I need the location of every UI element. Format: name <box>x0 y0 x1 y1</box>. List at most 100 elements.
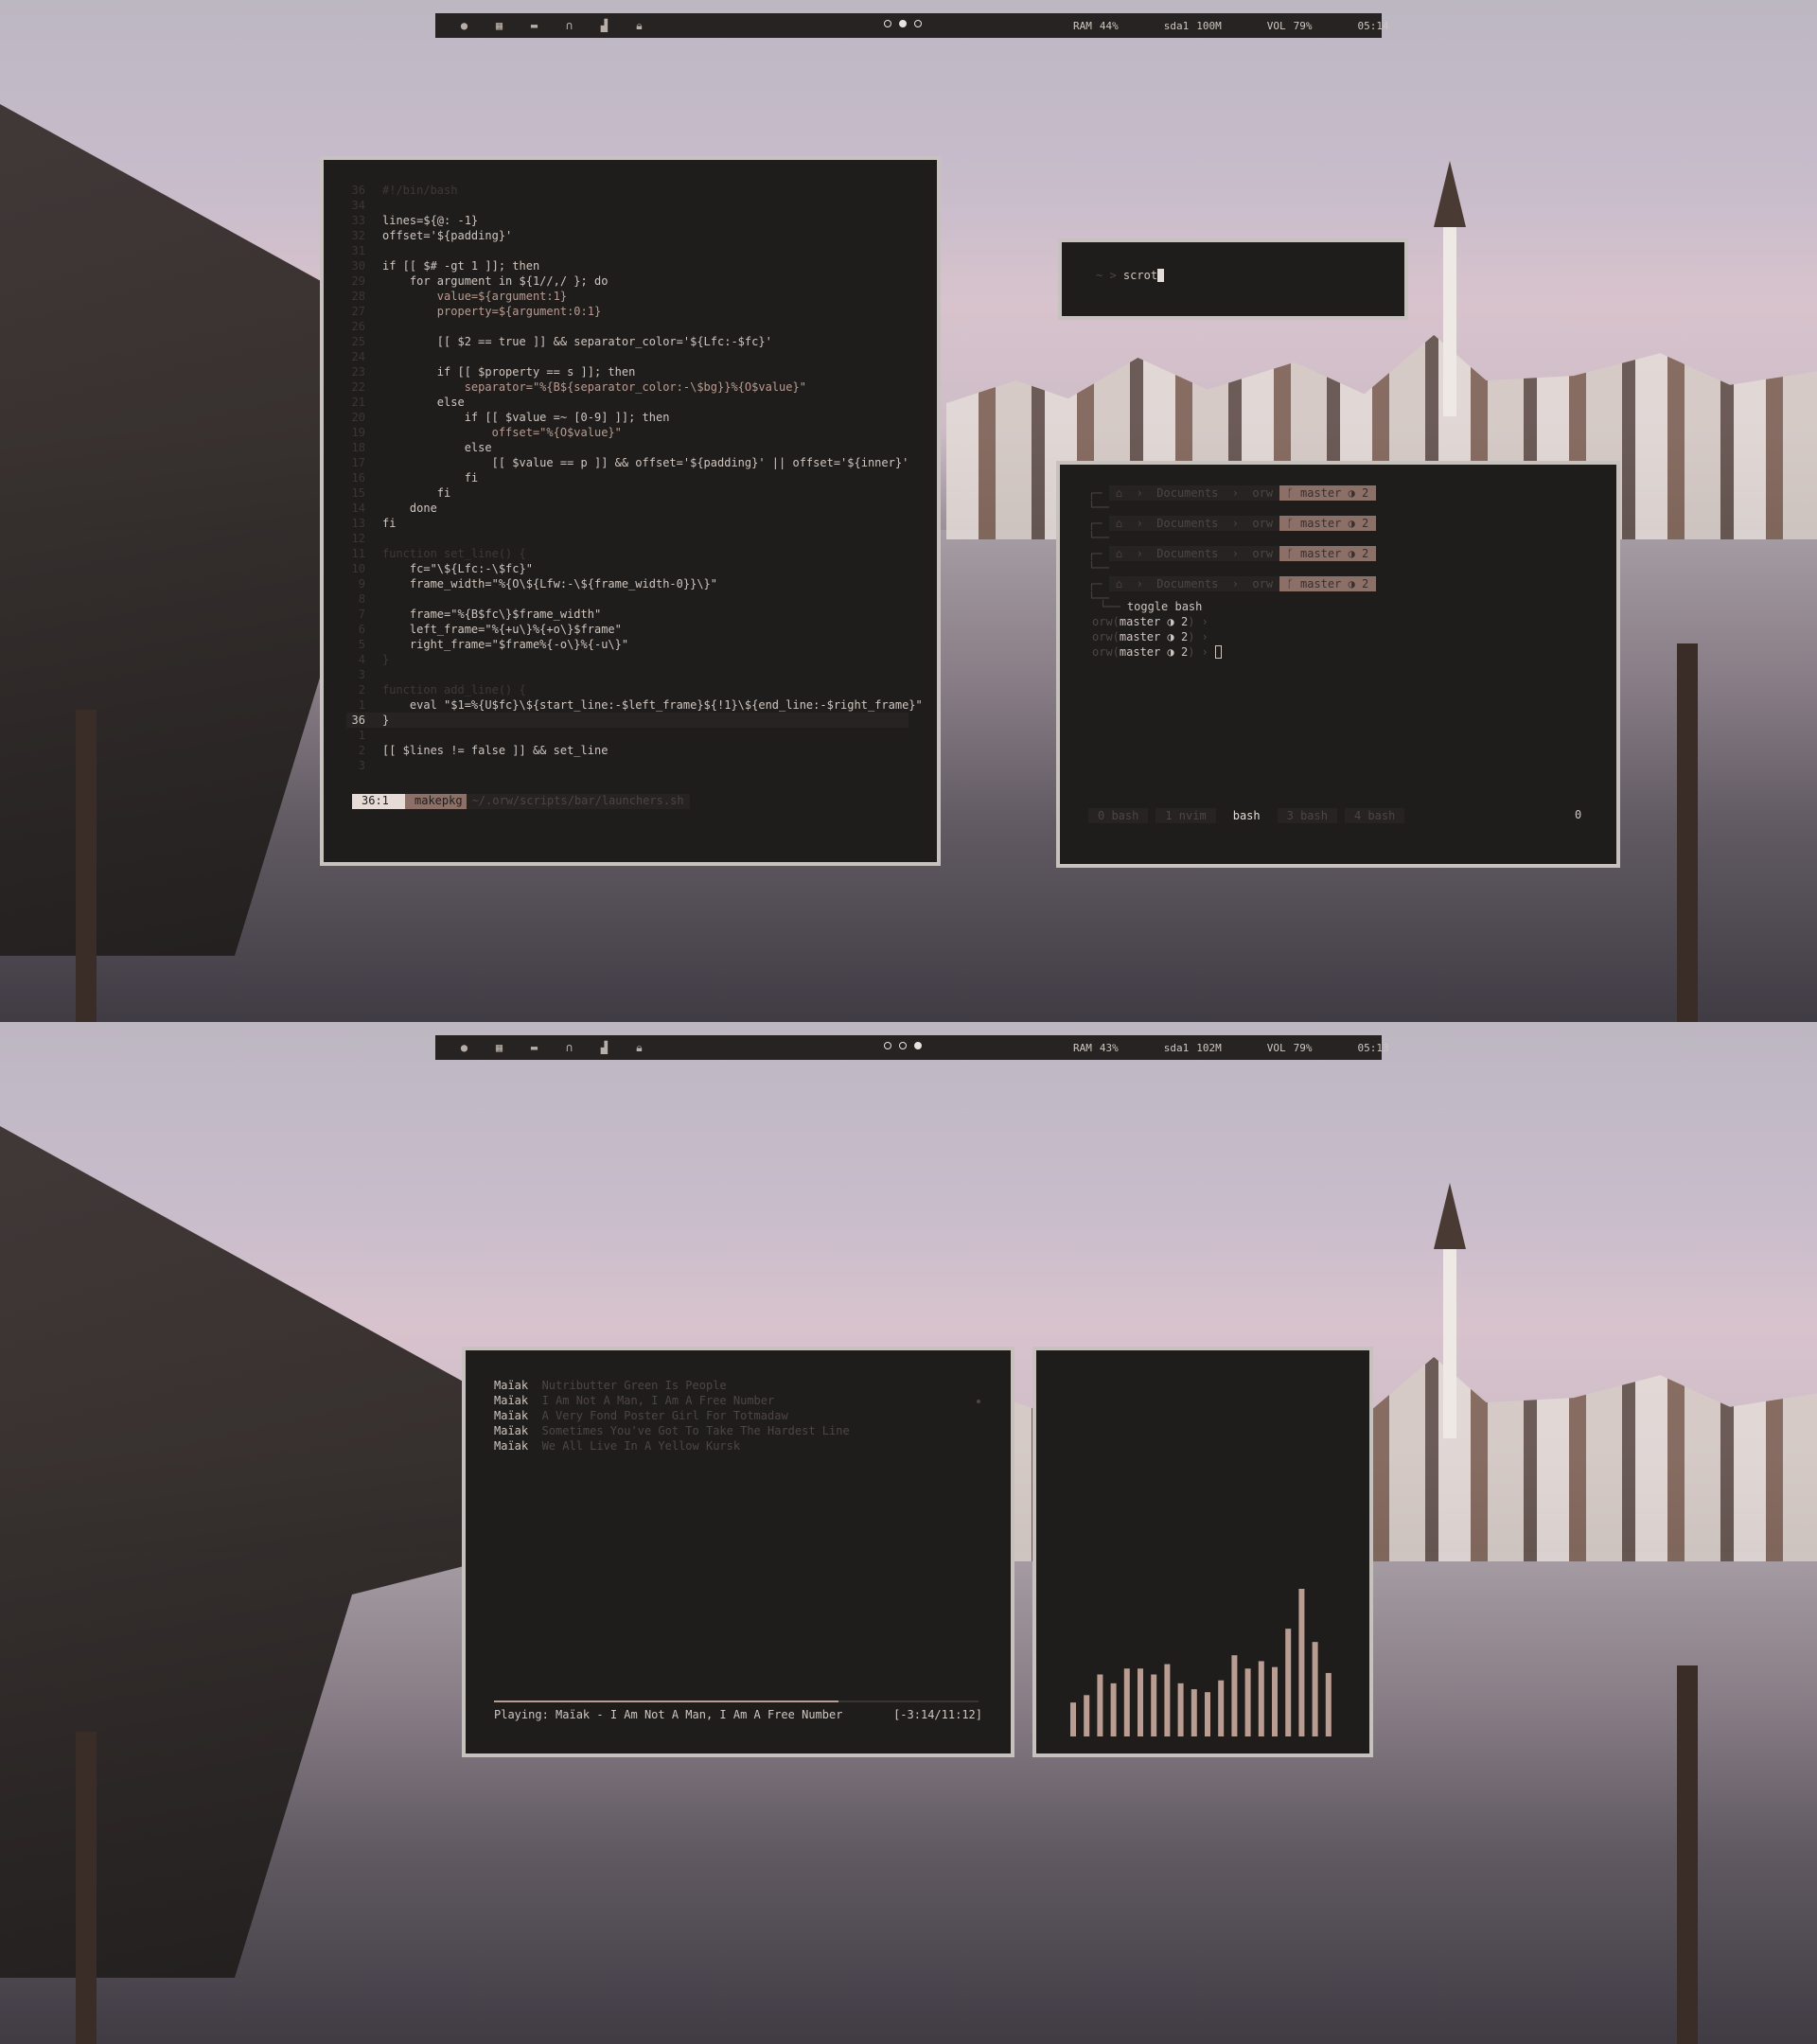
line-number: 32 <box>351 229 365 242</box>
line-number: 2 <box>358 744 365 757</box>
tab-3[interactable]: 3 bash <box>1277 808 1337 823</box>
prompt-row: ┌─ ⌂ › Documents › orw ᚴ master ◑ 2 <box>1088 576 1376 591</box>
prompt-dir: Documents <box>1156 577 1219 590</box>
code-line[interactable]: 6 left_frame="%{+u\}%{+o\}$frame" <box>346 622 923 637</box>
line-number: 23 <box>351 365 365 379</box>
volume-value[interactable]: 79% <box>1294 1042 1313 1054</box>
launcher-prompt[interactable]: ~ > scrot <box>1096 269 1165 282</box>
track-row[interactable]: Maïak Nutributter Green Is People <box>494 1379 727 1392</box>
editor-window[interactable]: 36 #!/bin/bash 34 33 lines=${@: -1} 32 offset=… <box>320 156 941 866</box>
prompt-tree: ┌─ <box>1088 547 1109 560</box>
headphones-icon[interactable]: ∩ <box>552 1041 587 1055</box>
code-line[interactable]: 8 <box>346 591 923 607</box>
grid-icon[interactable]: ▦ <box>482 19 517 33</box>
code-line[interactable]: 36 #!/bin/bash <box>346 183 923 198</box>
code-line[interactable]: 10 fc="\${Lfc:-\$fc}" <box>346 561 923 576</box>
lock-icon[interactable]: 🔒︎ <box>622 1041 657 1055</box>
terminal-window[interactable]: ┌─ ⌂ › Documents › orw ᚴ master ◑ 2 └── ┌… <box>1056 461 1620 868</box>
workspace-1[interactable] <box>884 20 891 27</box>
headphones-icon[interactable]: ∩ <box>552 19 587 33</box>
seek-bar[interactable] <box>494 1700 979 1702</box>
track-row[interactable]: Maïak A Very Fond Poster Girl For Totmad… <box>494 1409 788 1422</box>
line-number: 6 <box>358 623 365 636</box>
prompt-path: ⌂ › Documents › orw <box>1108 516 1280 531</box>
line-number: 20 <box>351 411 365 424</box>
track-title: We All Live In A Yellow Kursk <box>541 1439 741 1453</box>
tab-1[interactable]: 1 nvim <box>1155 808 1216 823</box>
code-line[interactable]: 5 right_frame="$frame%{-o\}%{-u\}" <box>346 637 923 652</box>
code-line[interactable]: 9 frame_width="%{O\${Lfw:-\${frame_width… <box>346 576 923 591</box>
code-line[interactable]: 11 function set_line() { <box>346 546 923 561</box>
launcher-input[interactable]: scrot <box>1123 269 1157 282</box>
code-line[interactable]: 36} <box>346 713 908 728</box>
chart-icon[interactable]: ▟ <box>587 19 622 33</box>
editor-code[interactable]: 36 #!/bin/bash 34 33 lines=${@: -1} 32 offset=… <box>346 183 923 773</box>
code-line[interactable]: 16 fi <box>346 470 923 485</box>
code-line[interactable]: 24 <box>346 349 923 364</box>
tab-2[interactable]: bash <box>1223 808 1270 823</box>
track-row[interactable]: Maïak I Am Not A Man, I Am A Free Number <box>494 1394 774 1407</box>
code-line[interactable]: 32 offset='${padding}' <box>346 228 923 243</box>
launcher-window[interactable]: ~ > scrot <box>1058 238 1408 320</box>
workspace-2[interactable] <box>899 1042 907 1049</box>
code-line[interactable]: 2 function add_line() { <box>346 682 923 697</box>
code-line[interactable]: 29 for argument in ${1//,/ }; do <box>346 273 923 289</box>
code-line[interactable]: 28 value=${argument:1} <box>346 289 923 304</box>
code-line[interactable]: 21 else <box>346 395 923 410</box>
code-line[interactable]: 20 if [[ $value =~ [0-9] ]]; then <box>346 410 923 425</box>
visualizer-bar <box>1205 1692 1210 1736</box>
code-line[interactable]: 30 if [[ $# -gt 1 ]]; then <box>346 258 923 273</box>
code-line[interactable]: 34 <box>346 198 923 213</box>
code-line[interactable]: 4} <box>346 652 923 667</box>
code-line[interactable]: 23 if [[ $property == s ]]; then <box>346 364 923 379</box>
tab-0[interactable]: 0 bash <box>1088 808 1149 823</box>
tab-4[interactable]: 4 bash <box>1344 808 1405 823</box>
code-line[interactable]: 1 <box>346 728 923 743</box>
track-row[interactable]: Maïak Sometimes You've Got To Take The H… <box>494 1424 850 1437</box>
code-line[interactable]: 22 separator="%{B${separator_color:-\$bg… <box>346 379 923 395</box>
prompt-dir: Documents <box>1156 547 1219 560</box>
folder-icon[interactable]: ▬ <box>517 1041 552 1055</box>
lock-icon[interactable]: 🔒︎ <box>622 19 657 33</box>
code-line[interactable]: 27 property=${argument:0:1} <box>346 304 923 319</box>
circle-icon[interactable]: ● <box>447 19 482 33</box>
workspace-3[interactable] <box>914 1042 922 1049</box>
code-line[interactable]: 25 [[ $2 == true ]] && separator_color='… <box>346 334 923 349</box>
code-line[interactable]: 33 lines=${@: -1} <box>346 213 923 228</box>
code-line[interactable]: 12 <box>346 531 923 546</box>
code-line[interactable]: 2 [[ $lines != false ]] && set_line <box>346 743 923 758</box>
music-player-window[interactable]: Maïak Nutributter Green Is People Maïak I… <box>462 1347 1014 1757</box>
code-line[interactable]: 19 offset="%{O$value}" <box>346 425 923 440</box>
folder-icon[interactable]: ▬ <box>517 19 552 33</box>
code-line[interactable]: 3 <box>346 667 923 682</box>
code-line[interactable]: 3 <box>346 758 923 773</box>
chart-icon[interactable]: ▟ <box>587 1041 622 1055</box>
workspace-3[interactable] <box>914 20 922 27</box>
prompt-path: ⌂ › Documents › orw <box>1108 546 1280 561</box>
line-number: 1 <box>358 698 365 712</box>
text-cursor <box>1215 645 1223 659</box>
code-line[interactable]: 18 else <box>346 440 923 455</box>
code-line[interactable]: 1 eval "$1=%{U$fc}\${start_line:-$left_f… <box>346 697 923 713</box>
workspace-2[interactable] <box>899 20 907 27</box>
prompt-tree: └── <box>1088 501 1109 514</box>
code-line[interactable]: 26 <box>346 319 923 334</box>
track-row[interactable]: Maïak We All Live In A Yellow Kursk <box>494 1439 740 1453</box>
code-line[interactable]: 15 fi <box>346 485 923 501</box>
code-line[interactable]: 7 frame="%{B$fc\}$frame_width" <box>346 607 923 622</box>
volume-value[interactable]: 79% <box>1294 20 1313 32</box>
home-icon: ⌂ › <box>1108 547 1157 560</box>
grid-icon[interactable]: ▦ <box>482 1041 517 1055</box>
seek-bar-fill <box>494 1700 838 1702</box>
code-line[interactable]: 17 [[ $value == p ]] && offset='${paddin… <box>346 455 923 470</box>
workspace-1[interactable] <box>884 1042 891 1049</box>
half-circle-icon: ◑ <box>1341 517 1363 530</box>
prompt-chevron: ) › <box>1188 615 1216 628</box>
line-number: 30 <box>351 259 365 273</box>
code-line[interactable]: 14 done <box>346 501 923 516</box>
visualizer-bar <box>1312 1642 1318 1736</box>
code-line[interactable]: 13 fi <box>346 516 923 531</box>
cursor-position: 36:1 <box>352 794 405 809</box>
code-line[interactable]: 31 <box>346 243 923 258</box>
circle-icon[interactable]: ● <box>447 1041 482 1055</box>
